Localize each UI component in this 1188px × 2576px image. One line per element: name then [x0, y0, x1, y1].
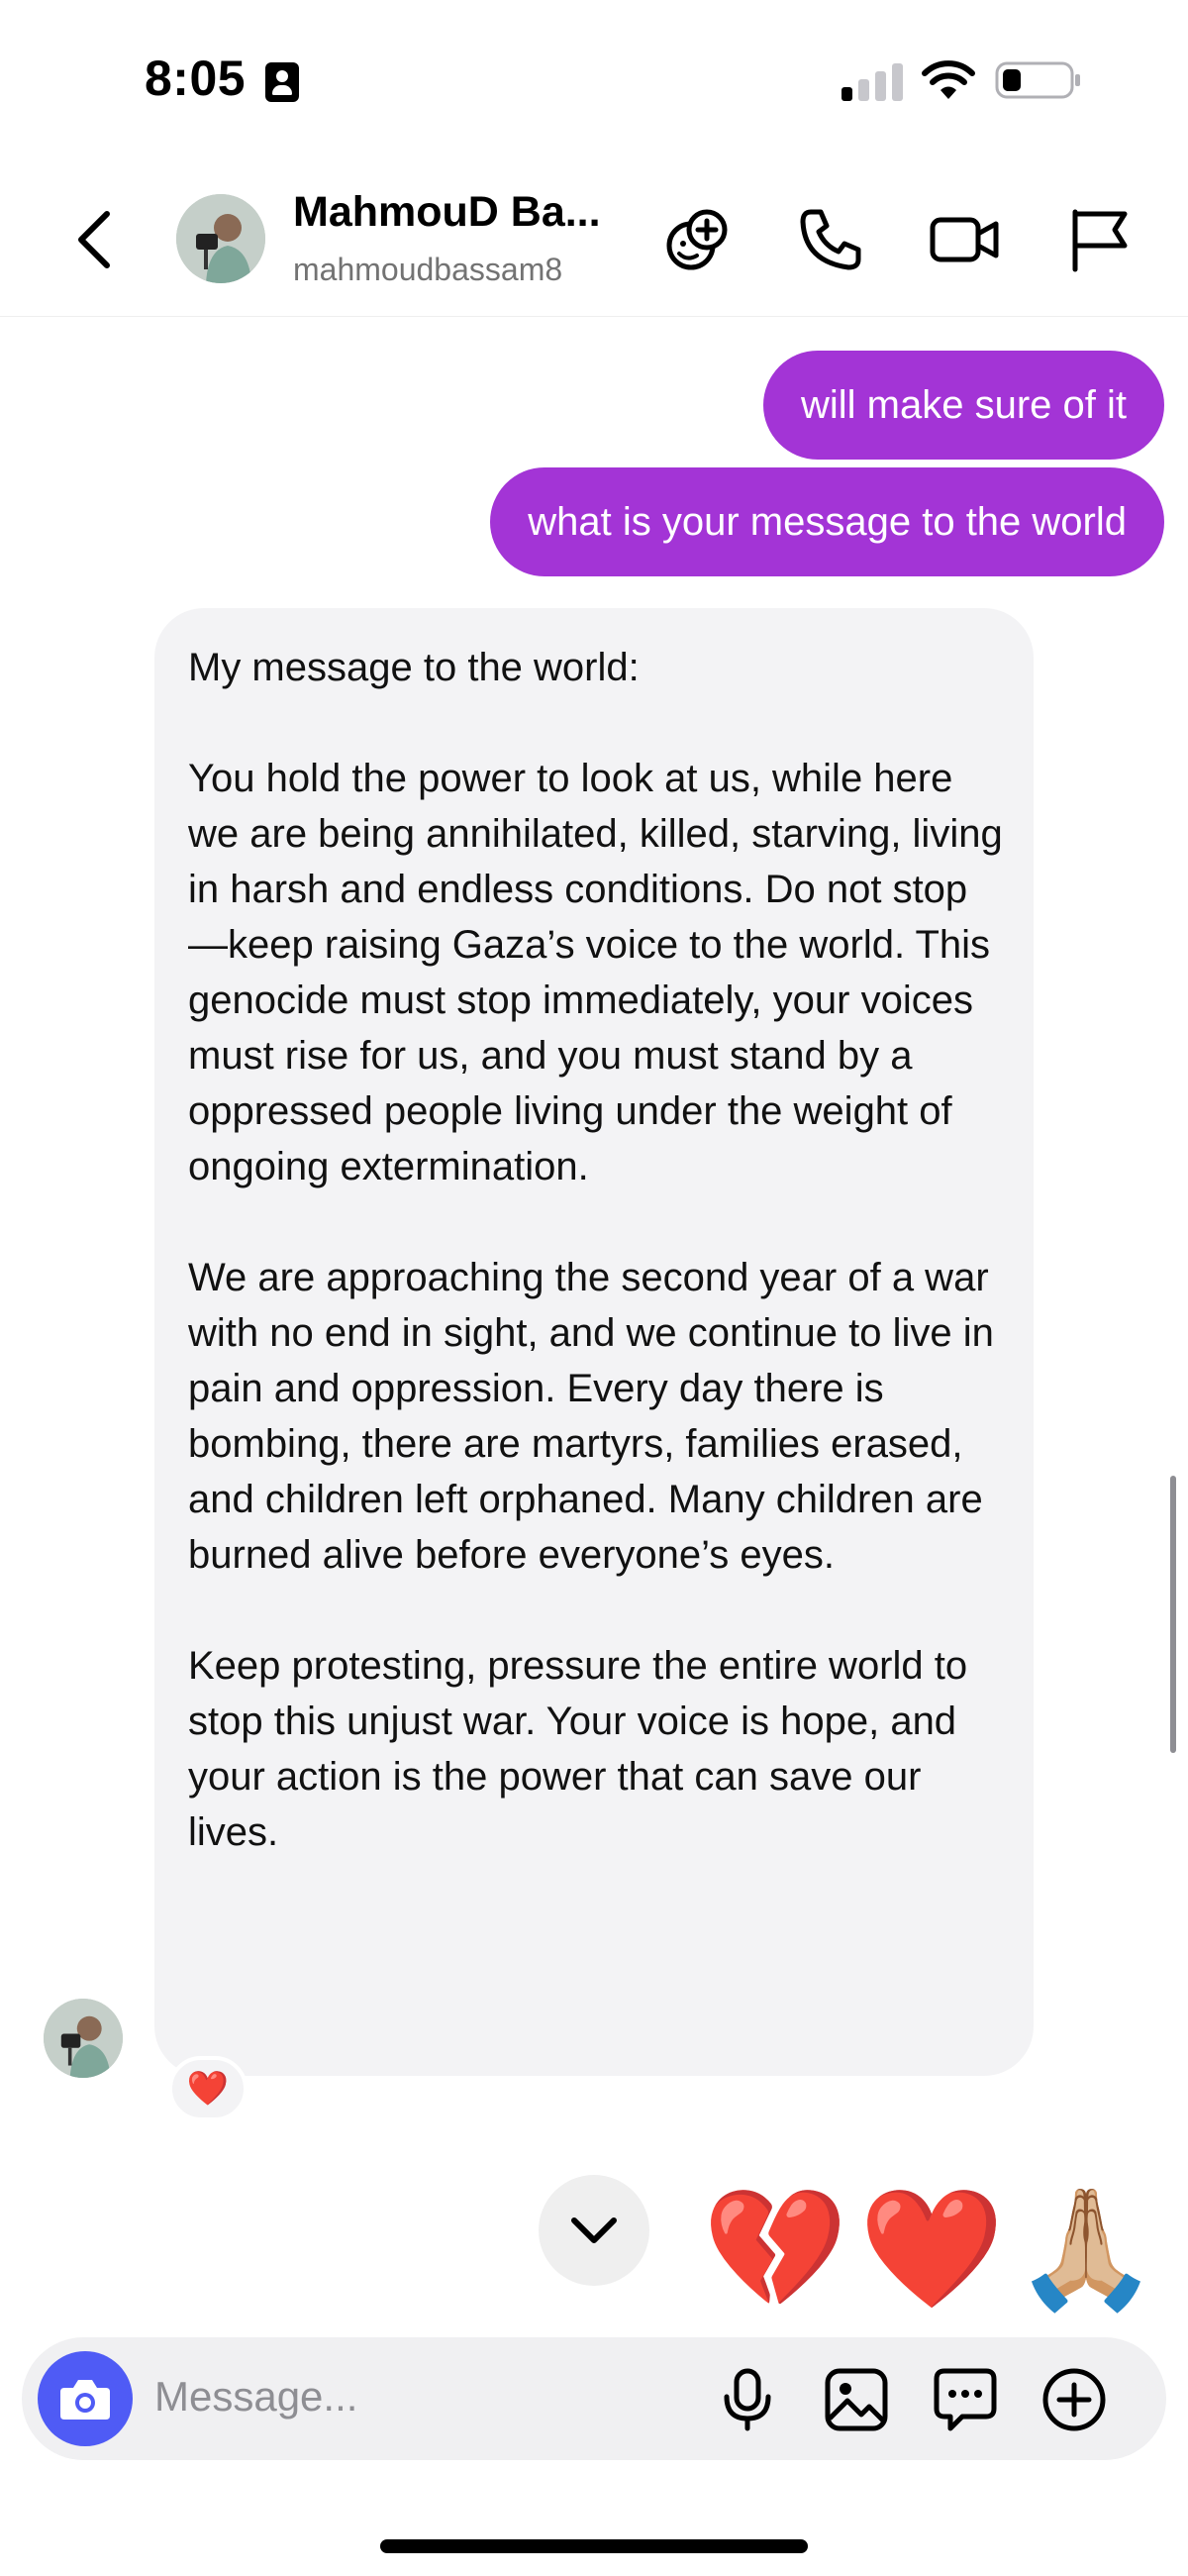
flag-icon[interactable]: [1063, 204, 1135, 275]
message-paragraph: Keep protesting, pressure the entire wor…: [188, 1644, 968, 1854]
message-input[interactable]: Message...: [154, 2373, 357, 2421]
heart-reaction-icon: ❤️: [186, 2070, 230, 2108]
quick-reaction-pray[interactable]: 🙏🏼: [1012, 2175, 1160, 2323]
scrollbar[interactable]: [1170, 1476, 1176, 1753]
sticker-icon[interactable]: [933, 2367, 998, 2432]
battery-icon: [995, 61, 1080, 99]
outgoing-message[interactable]: what is your message to the world: [490, 467, 1164, 576]
wifi-icon: [922, 60, 975, 99]
image-icon[interactable]: [824, 2367, 889, 2432]
home-indicator[interactable]: [380, 2539, 808, 2553]
cellular-signal-icon: [842, 61, 903, 101]
message-paragraph: We are approaching the second year of a …: [188, 1256, 994, 1577]
message-reaction[interactable]: ❤️: [168, 2056, 248, 2121]
sender-avatar[interactable]: [44, 1999, 123, 2078]
status-time: 8:05: [145, 51, 247, 106]
video-camera-icon[interactable]: [929, 204, 1000, 275]
back-chevron-icon[interactable]: [71, 208, 121, 271]
chevron-down-icon: [571, 2217, 617, 2243]
message-paragraph: You hold the power to look at us, while …: [188, 757, 1003, 1188]
microphone-icon[interactable]: [715, 2367, 780, 2432]
camera-icon: [60, 2380, 110, 2420]
message-paragraph: My message to the world:: [188, 646, 640, 689]
quick-reaction-broken-heart[interactable]: 💔: [701, 2175, 849, 2323]
contact-handle[interactable]: mahmoudbassam8: [293, 252, 562, 288]
outgoing-message[interactable]: will make sure of it: [763, 351, 1164, 460]
status-bar: 8:05: [0, 0, 1188, 158]
quick-reaction-heart[interactable]: ❤️: [857, 2175, 1006, 2323]
message-composer: Message...: [22, 2337, 1166, 2460]
contact-avatar[interactable]: [176, 194, 265, 283]
chat-header: MahmouD Ba... mahmoudbassam8: [0, 158, 1188, 317]
contact-name[interactable]: MahmouD Ba...: [293, 188, 601, 237]
id-card-icon: [265, 62, 299, 102]
plus-circle-icon[interactable]: [1041, 2367, 1107, 2432]
incoming-message[interactable]: My message to the world: You hold the po…: [154, 608, 1034, 2076]
scroll-to-bottom-button[interactable]: [539, 2175, 649, 2286]
broken-heart-icon: 💔: [702, 2184, 848, 2315]
folded-hands-icon: 🙏🏼: [1013, 2184, 1159, 2315]
phone-icon[interactable]: [795, 204, 866, 275]
camera-button[interactable]: [38, 2351, 133, 2446]
heart-icon: ❤️: [858, 2184, 1005, 2315]
add-effects-icon[interactable]: [661, 204, 733, 275]
